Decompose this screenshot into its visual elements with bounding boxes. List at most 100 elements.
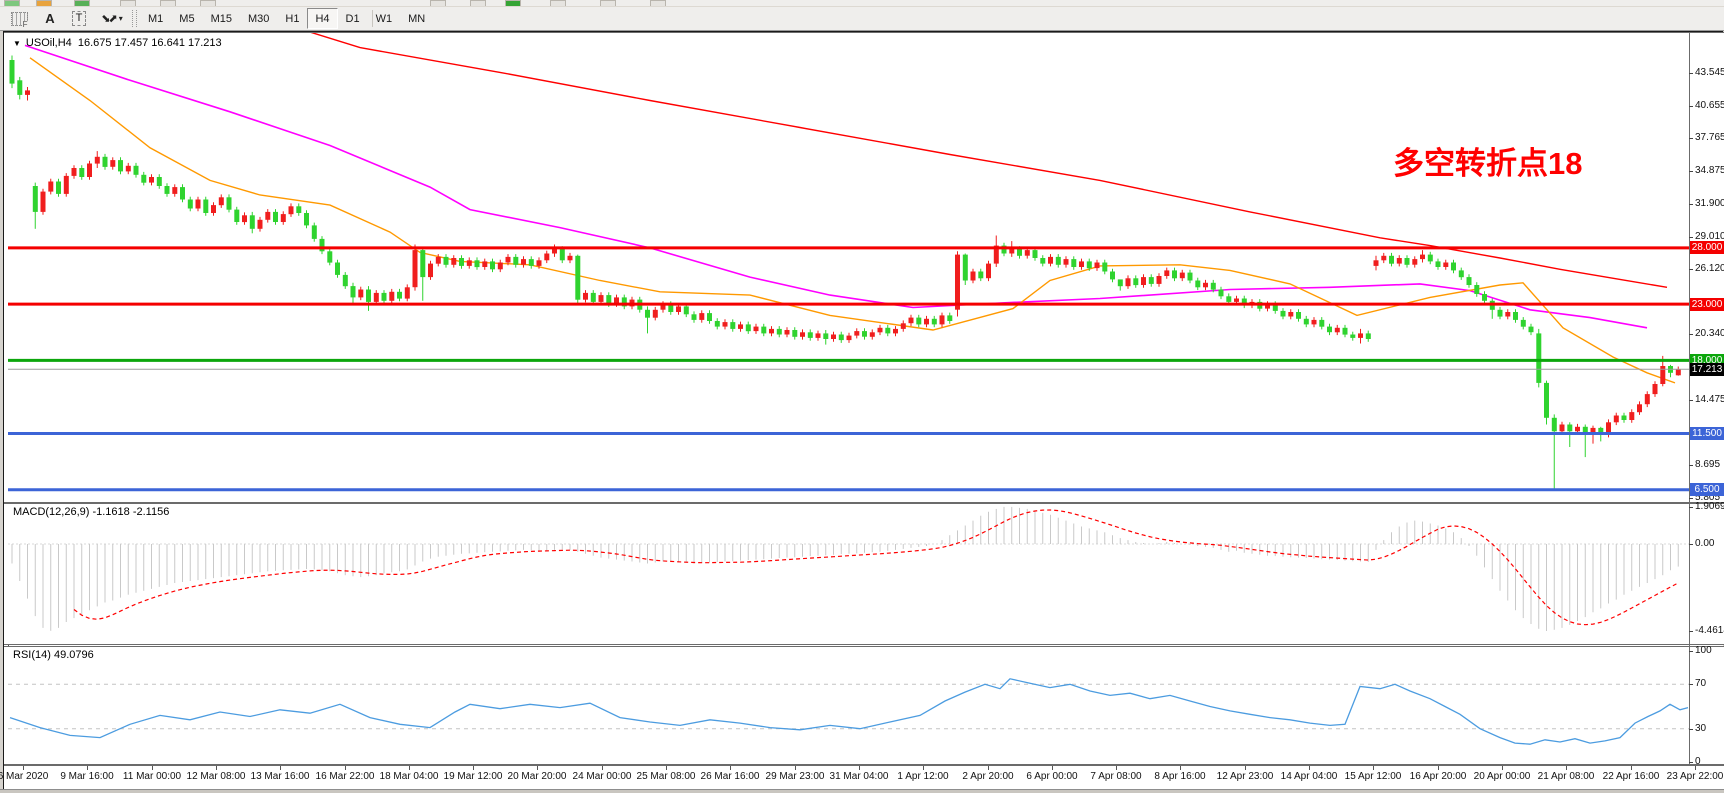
macd-tick-label: 0.00 bbox=[1695, 539, 1714, 549]
time-label: 12 Mar 08:00 bbox=[187, 771, 246, 782]
time-label: 20 Mar 20:00 bbox=[508, 771, 567, 782]
time-tick-mark bbox=[1245, 766, 1246, 770]
time-label: 22 Apr 16:00 bbox=[1603, 771, 1660, 782]
time-tick-mark bbox=[923, 766, 924, 770]
time-label: 20 Apr 00:00 bbox=[1474, 771, 1531, 782]
rsi-tick-label: 70 bbox=[1695, 679, 1706, 689]
price-badge-6.500: 6.500 bbox=[1690, 483, 1724, 496]
time-tick-mark bbox=[1309, 766, 1310, 770]
main-pane-graphics bbox=[8, 27, 1689, 489]
macd-tick-label: -4.4614 bbox=[1695, 626, 1724, 636]
price-tick-mark bbox=[1689, 106, 1693, 107]
price-tick-mark bbox=[1689, 498, 1693, 499]
time-tick-mark bbox=[1502, 766, 1503, 770]
macd-tick-label: 1.9069 bbox=[1695, 502, 1724, 512]
rsi-line bbox=[10, 679, 1688, 744]
time-tick-mark bbox=[23, 766, 24, 770]
ohlc-readout: 16.675 17.457 16.641 17.213 bbox=[78, 37, 222, 49]
chart-canvas bbox=[0, 0, 1724, 792]
time-tick-mark bbox=[1180, 766, 1181, 770]
price-tick-mark bbox=[1689, 237, 1693, 238]
time-tick-mark bbox=[1566, 766, 1567, 770]
macd-tick-mark bbox=[1689, 631, 1693, 632]
time-tick-mark bbox=[859, 766, 860, 770]
price-tick-label: 34.875 bbox=[1695, 166, 1724, 176]
price-tick-label: 26.120 bbox=[1695, 264, 1724, 274]
macd-tick-mark bbox=[1689, 544, 1693, 545]
rsi-tick-label: 100 bbox=[1695, 646, 1712, 656]
time-label: 16 Apr 20:00 bbox=[1410, 771, 1467, 782]
time-label: 18 Mar 04:00 bbox=[380, 771, 439, 782]
price-tick-mark bbox=[1689, 400, 1693, 401]
time-label: 2 Apr 20:00 bbox=[962, 771, 1013, 782]
chart-title: ▼ USOil,H4 16.675 17.457 16.641 17.213 bbox=[13, 37, 222, 49]
chart-menu-dropdown-icon[interactable]: ▼ bbox=[13, 39, 21, 48]
price-tick-label: 37.765 bbox=[1695, 133, 1724, 143]
time-label: 16 Mar 22:00 bbox=[316, 771, 375, 782]
time-label: 7 Apr 08:00 bbox=[1090, 771, 1141, 782]
price-badge-28.000: 28.000 bbox=[1690, 241, 1724, 254]
time-tick-mark bbox=[988, 766, 989, 770]
time-label: 8 Apr 16:00 bbox=[1154, 771, 1205, 782]
price-tick-label: 43.545 bbox=[1695, 68, 1724, 78]
time-label: 26 Mar 16:00 bbox=[701, 771, 760, 782]
price-tick-mark bbox=[1689, 465, 1693, 466]
time-label: 31 Mar 04:00 bbox=[830, 771, 889, 782]
rsi-tick-mark bbox=[1689, 684, 1693, 685]
time-tick-mark bbox=[409, 766, 410, 770]
time-tick-mark bbox=[730, 766, 731, 770]
time-tick-mark bbox=[1631, 766, 1632, 770]
price-tick-label: 40.655 bbox=[1695, 101, 1724, 111]
time-label: 21 Apr 08:00 bbox=[1538, 771, 1595, 782]
rsi-indicator-label: RSI(14) 49.0796 bbox=[13, 649, 94, 661]
time-label: 14 Apr 04:00 bbox=[1281, 771, 1338, 782]
time-label: 24 Mar 00:00 bbox=[573, 771, 632, 782]
time-tick-mark bbox=[602, 766, 603, 770]
time-tick-mark bbox=[666, 766, 667, 770]
time-tick-mark bbox=[1052, 766, 1053, 770]
rsi-tick-mark bbox=[1689, 651, 1693, 652]
time-label: 15 Apr 12:00 bbox=[1345, 771, 1402, 782]
price-badge-17.213: 17.213 bbox=[1690, 363, 1724, 376]
price-badge-23.000: 23.000 bbox=[1690, 298, 1724, 311]
rsi-pane-graphics bbox=[8, 679, 1689, 744]
ma-mid bbox=[25, 45, 1647, 327]
time-tick-mark bbox=[537, 766, 538, 770]
macd-pane-graphics bbox=[8, 507, 1689, 631]
time-tick-mark bbox=[1438, 766, 1439, 770]
time-label: 12 Apr 23:00 bbox=[1217, 771, 1274, 782]
time-label: 29 Mar 23:00 bbox=[766, 771, 825, 782]
symbol-period: USOil,H4 bbox=[26, 37, 72, 49]
time-label: 6 Apr 00:00 bbox=[1026, 771, 1077, 782]
time-tick-mark bbox=[87, 766, 88, 770]
time-tick-mark bbox=[216, 766, 217, 770]
price-tick-label: 14.475 bbox=[1695, 395, 1724, 405]
window-bottom-frame bbox=[0, 789, 1724, 793]
price-tick-mark bbox=[1689, 204, 1693, 205]
time-tick-mark bbox=[1116, 766, 1117, 770]
time-label: 1 Apr 12:00 bbox=[897, 771, 948, 782]
price-tick-mark bbox=[1689, 334, 1693, 335]
price-tick-mark bbox=[1689, 73, 1693, 74]
time-tick-mark bbox=[1373, 766, 1374, 770]
rsi-tick-mark bbox=[1689, 762, 1693, 763]
time-label: 6 Mar 2020 bbox=[0, 771, 48, 782]
time-label: 19 Mar 12:00 bbox=[444, 771, 503, 782]
time-tick-mark bbox=[152, 766, 153, 770]
time-label: 9 Mar 16:00 bbox=[60, 771, 113, 782]
price-tick-label: 31.900 bbox=[1695, 199, 1724, 209]
price-tick-mark bbox=[1689, 138, 1693, 139]
price-tick-label: 8.695 bbox=[1695, 460, 1720, 470]
time-tick-mark bbox=[795, 766, 796, 770]
price-badge-11.500: 11.500 bbox=[1690, 427, 1724, 440]
time-label: 25 Mar 08:00 bbox=[637, 771, 696, 782]
time-tick-mark bbox=[1695, 766, 1696, 770]
time-tick-mark bbox=[473, 766, 474, 770]
price-tick-label: 20.340 bbox=[1695, 329, 1724, 339]
price-tick-mark bbox=[1689, 171, 1693, 172]
price-tick-mark bbox=[1689, 269, 1693, 270]
time-tick-mark bbox=[280, 766, 281, 770]
rsi-tick-label: 30 bbox=[1695, 724, 1706, 734]
time-tick-mark bbox=[345, 766, 346, 770]
time-label: 11 Mar 00:00 bbox=[123, 771, 181, 782]
